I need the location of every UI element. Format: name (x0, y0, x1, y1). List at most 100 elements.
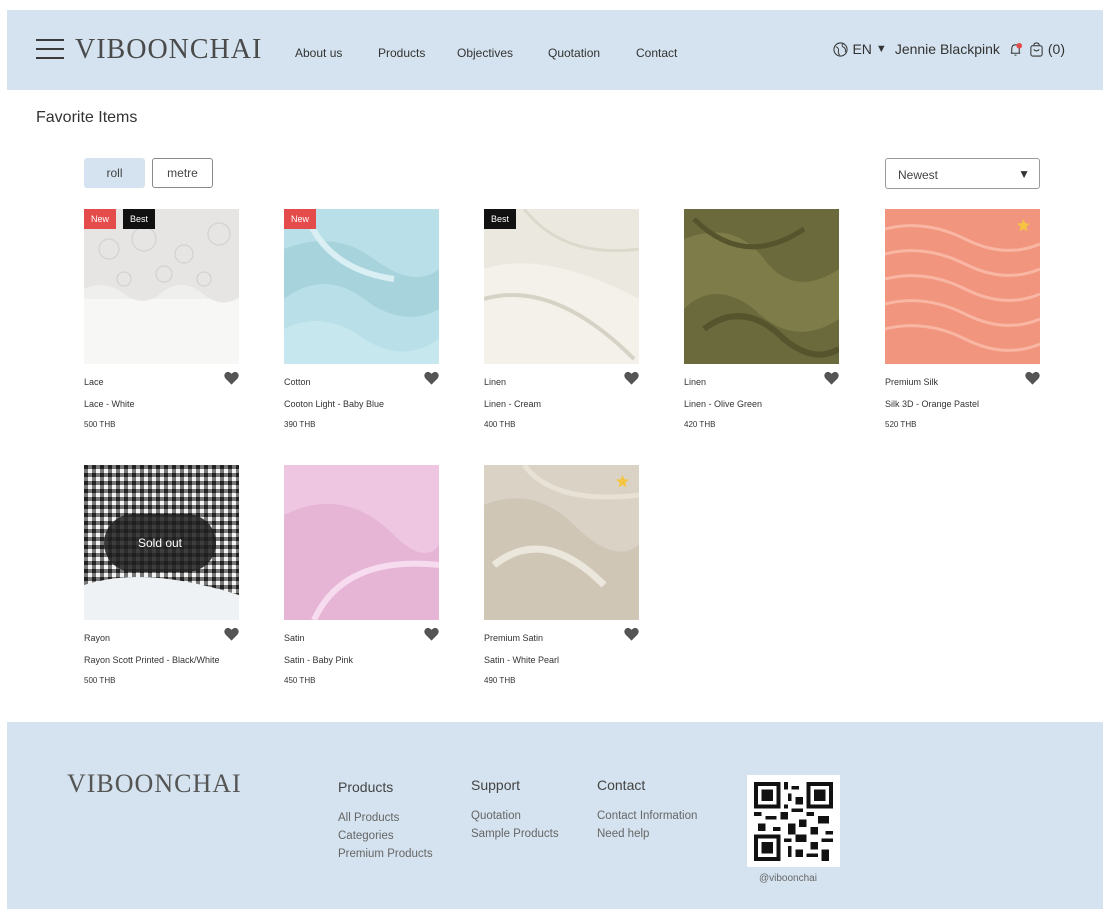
product-category: Satin (284, 633, 305, 643)
product-name[interactable]: Satin - White Pearl (484, 655, 559, 665)
heart-icon[interactable] (824, 371, 839, 385)
dropdown-arrow-icon: ▼ (1018, 167, 1030, 181)
page-title: Favorite Items (36, 109, 138, 126)
product-category: Premium Satin (484, 633, 544, 643)
product-name[interactable]: Lace - White (84, 399, 135, 409)
silk-orange-image (885, 209, 1040, 364)
footer-link[interactable]: Sample Products (471, 825, 559, 843)
sort-select[interactable]: Newest ▼ (885, 158, 1040, 189)
product-image[interactable] (284, 465, 439, 620)
footer-link[interactable]: Quotation (471, 807, 559, 825)
product-price: 520 THB (885, 420, 917, 429)
product-image[interactable] (684, 209, 839, 364)
heart-icon[interactable] (224, 371, 239, 385)
product-card[interactable]: Premium Satin Satin - White Pearl 490 TH… (484, 465, 639, 690)
product-name[interactable]: Linen - Olive Green (684, 399, 762, 409)
badge-best: Best (484, 209, 517, 229)
product-price: 390 THB (284, 420, 316, 429)
unit-roll-button[interactable]: roll (84, 158, 145, 188)
product-price: 490 THB (484, 676, 516, 685)
qr-code[interactable] (747, 775, 840, 867)
product-category: Premium Silk (885, 377, 939, 387)
product-card[interactable]: Best Linen Linen - Cream 400 THB (484, 209, 639, 434)
social-handle: @viboonchai (759, 873, 817, 884)
footer-col-title: Support (471, 777, 521, 793)
product-image[interactable]: New (284, 209, 439, 364)
header-actions: EN ▼ Jennie Blackpink (0) (829, 41, 1065, 57)
footer-col-products: Products All Products Categories Premium… (338, 779, 433, 863)
unit-metre-button[interactable]: metre (152, 158, 213, 188)
product-card[interactable]: New Cotton Cooton Light - Baby Blue 390 … (284, 209, 439, 434)
product-price: 450 THB (284, 676, 316, 685)
badge-new: New (284, 209, 317, 229)
footer-col-contact: Contact Contact Information Need help (597, 777, 697, 843)
footer-link[interactable]: Need help (597, 825, 697, 843)
product-card[interactable]: Linen Linen - Olive Green 420 THB (684, 209, 839, 434)
heart-icon[interactable] (624, 627, 639, 641)
sold-out-badge: Sold out (104, 514, 216, 572)
shopping-bag-icon[interactable] (1029, 41, 1044, 57)
product-card[interactable]: New Best Lace Lace - White 500 THB (84, 209, 239, 434)
product-category: Cotton (284, 377, 311, 387)
footer-link[interactable]: All Products (338, 809, 433, 827)
nav-contact[interactable]: Contact (636, 46, 677, 60)
product-image[interactable] (885, 209, 1040, 364)
product-name[interactable]: Rayon Scott Printed - Black/White (84, 655, 220, 665)
heart-icon[interactable] (1025, 371, 1040, 385)
footer-link[interactable]: Premium Products (338, 845, 433, 863)
language-label[interactable]: EN (852, 41, 871, 57)
linen-olive-image (684, 209, 839, 364)
qr-code-icon (754, 782, 833, 861)
brand-logo[interactable]: VIBOONCHAI (75, 34, 262, 66)
nav-objectives[interactable]: Objectives (457, 46, 513, 60)
product-image[interactable]: Best (484, 209, 639, 364)
product-image[interactable]: New Best (84, 209, 239, 364)
heart-icon[interactable] (224, 627, 239, 641)
product-card[interactable]: Premium Silk Silk 3D - Orange Pastel 520… (885, 209, 1040, 434)
product-name[interactable]: Satin - Baby Pink (284, 655, 353, 665)
satin-pink-image (284, 465, 439, 620)
footer-col-support: Support Quotation Sample Products (471, 777, 559, 843)
product-name[interactable]: Silk 3D - Orange Pastel (885, 399, 979, 409)
product-card[interactable]: Satin Satin - Baby Pink 450 THB (284, 465, 439, 690)
heart-icon[interactable] (624, 371, 639, 385)
bell-icon[interactable] (1008, 42, 1023, 57)
satin-pearl-image (484, 465, 639, 620)
heart-icon[interactable] (424, 371, 439, 385)
product-price: 500 THB (84, 420, 116, 429)
star-icon (1017, 219, 1030, 232)
product-category: Rayon (84, 633, 111, 643)
user-name[interactable]: Jennie Blackpink (895, 41, 1000, 57)
product-card[interactable]: Sold out Rayon Rayon Scott Printed - Bla… (84, 465, 239, 690)
footer-col-title: Contact (597, 777, 646, 793)
nav-products[interactable]: Products (378, 46, 425, 60)
badge-best: Best (123, 209, 156, 229)
nav-quotation[interactable]: Quotation (548, 46, 600, 60)
product-image[interactable] (484, 465, 639, 620)
product-name[interactable]: Linen - Cream (484, 399, 541, 409)
footer: VIBOONCHAI Products All Products Categor… (7, 722, 1103, 909)
badge-new: New (84, 209, 117, 229)
cotton-fabric-image (284, 209, 439, 364)
star-icon (616, 475, 629, 488)
cart-count[interactable]: (0) (1048, 41, 1065, 57)
linen-cream-image (484, 209, 639, 364)
heart-icon[interactable] (424, 627, 439, 641)
footer-link[interactable]: Categories (338, 827, 433, 845)
footer-logo[interactable]: VIBOONCHAI (67, 769, 242, 799)
product-price: 500 THB (84, 676, 116, 685)
product-category: Linen (684, 377, 707, 387)
product-name[interactable]: Cooton Light - Baby Blue (284, 399, 384, 409)
globe-icon[interactable] (833, 41, 849, 57)
top-header: VIBOONCHAI About us Products Objectives … (7, 10, 1103, 90)
caret-down-icon[interactable]: ▼ (876, 43, 887, 55)
lace-fabric-image (84, 209, 239, 364)
footer-col-title: Products (338, 779, 394, 795)
nav-about-us[interactable]: About us (295, 46, 342, 60)
product-image[interactable]: Sold out (84, 465, 239, 620)
product-category: Lace (84, 377, 104, 387)
menu-icon[interactable] (36, 39, 64, 59)
footer-link[interactable]: Contact Information (597, 807, 697, 825)
product-category: Linen (484, 377, 507, 387)
product-price: 400 THB (484, 420, 516, 429)
